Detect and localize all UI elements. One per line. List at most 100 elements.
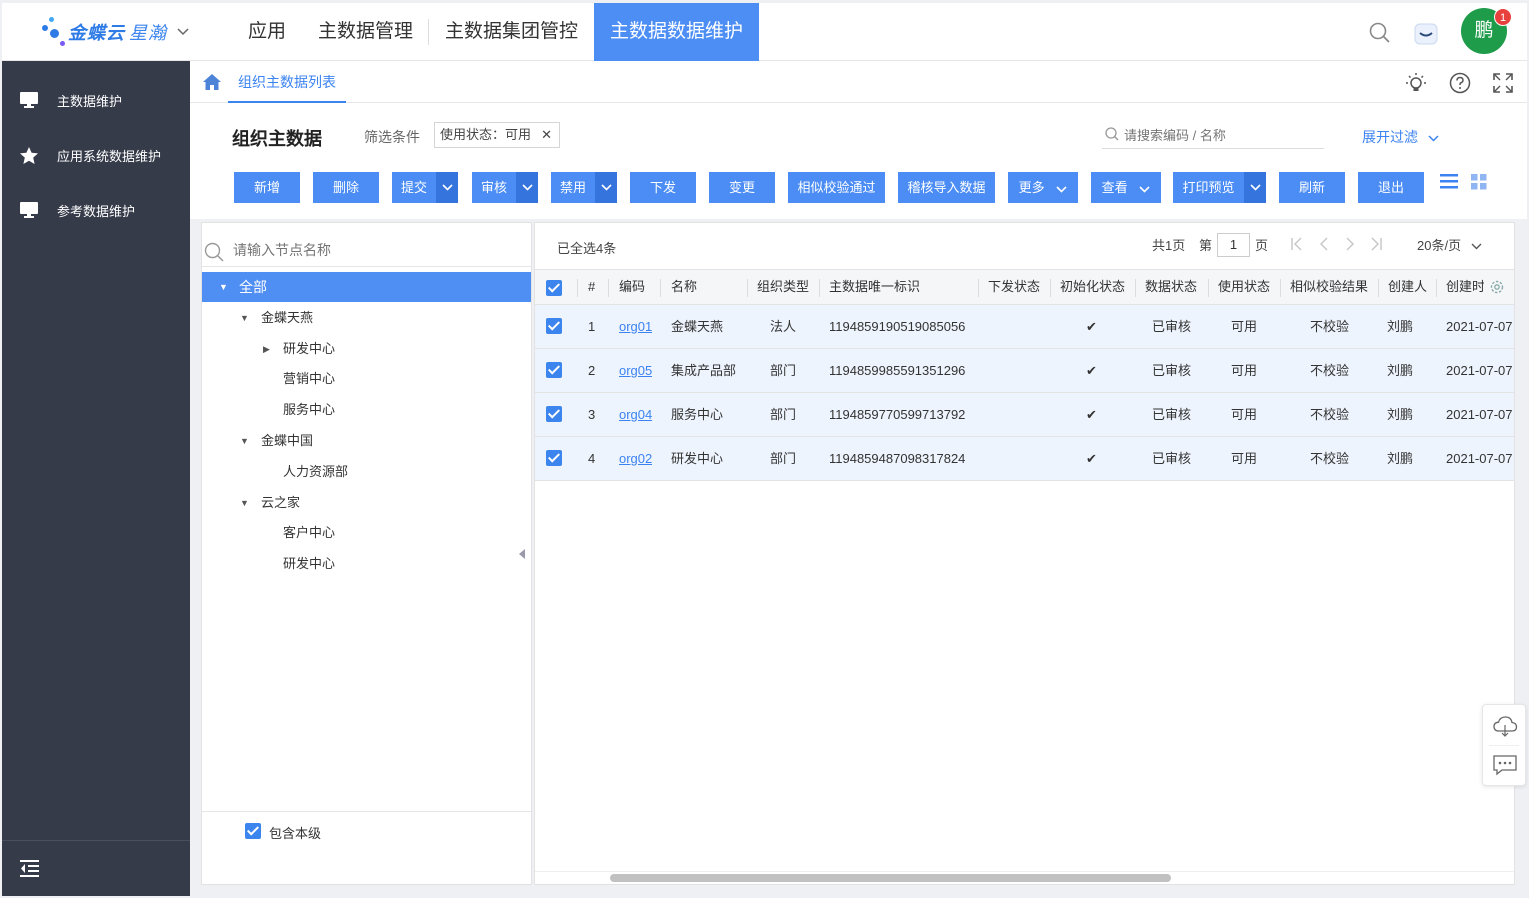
sidebar-item-reference-data[interactable]: 参考数据维护 — [2, 190, 190, 230]
expand-filter-button[interactable]: 展开过滤 — [1362, 127, 1439, 147]
first-page-icon[interactable] — [1290, 237, 1304, 255]
tree-node[interactable]: 研发中心 — [202, 549, 531, 579]
cell-code-link[interactable]: org04 — [619, 393, 652, 436]
collapse-menu-icon[interactable] — [20, 859, 40, 880]
tree-search-input[interactable] — [233, 238, 513, 262]
chevron-down-icon[interactable] — [595, 172, 617, 203]
filter-chip[interactable]: 使用状态：可用 ✕ — [434, 122, 561, 148]
home-icon[interactable] — [202, 73, 222, 94]
chevron-down-icon[interactable] — [1244, 172, 1266, 203]
cloud-icon[interactable] — [1492, 714, 1518, 741]
column-header-creator[interactable]: 创建人 — [1388, 270, 1427, 304]
page-size-select[interactable]: 20条/页 — [1417, 235, 1482, 257]
column-header-similar[interactable]: 相似校验结果 — [1290, 270, 1368, 304]
print-preview-button[interactable]: 打印预览 — [1173, 172, 1266, 203]
change-button[interactable]: 变更 — [709, 172, 775, 203]
search-icon[interactable] — [1368, 21, 1392, 45]
table-row[interactable]: 4 org02 研发中心 部门 1194859487098317824 ✔ 已审… — [535, 437, 1514, 481]
column-header-code[interactable]: 编码 — [619, 270, 645, 304]
search-input[interactable] — [1124, 123, 1320, 147]
row-checkbox[interactable] — [546, 318, 562, 334]
next-page-icon[interactable] — [1343, 237, 1357, 255]
caret-down-icon[interactable]: ▼ — [240, 426, 249, 456]
row-checkbox[interactable] — [546, 406, 562, 422]
page-number-input[interactable]: 1 — [1217, 233, 1250, 257]
cell-code-link[interactable]: org05 — [619, 349, 652, 392]
row-checkbox[interactable] — [546, 362, 562, 378]
notification-badge: 1 — [1494, 8, 1512, 26]
scrollbar-thumb[interactable] — [610, 874, 1171, 882]
sidebar-item-app-data[interactable]: 应用系统数据维护 — [2, 135, 190, 175]
horizontal-scrollbar[interactable] — [535, 871, 1514, 883]
topnav-item-mdm[interactable]: 主数据管理 — [302, 3, 430, 61]
column-header-init[interactable]: 初始化状态 — [1060, 270, 1125, 304]
submit-button[interactable]: 提交 — [392, 172, 458, 203]
close-icon[interactable]: ✕ — [541, 123, 552, 147]
cell-index: 1 — [588, 319, 596, 334]
chevron-down-icon[interactable] — [516, 172, 538, 203]
select-all-checkbox[interactable] — [546, 280, 562, 296]
lightbulb-icon[interactable] — [1405, 72, 1427, 94]
tree-node[interactable]: ▶ 研发中心 — [202, 334, 531, 364]
search-field[interactable] — [1102, 123, 1324, 149]
check-icon: ✔ — [1086, 319, 1097, 334]
table-row[interactable]: 2 org05 集成产品部 部门 1194859985591351296 ✔ 已… — [535, 349, 1514, 393]
caret-down-icon[interactable]: ▼ — [219, 272, 228, 302]
add-button[interactable]: 新增 — [234, 172, 300, 203]
tree-node[interactable]: ▼ 金蝶中国 — [202, 426, 531, 456]
column-settings-icon[interactable] — [1489, 279, 1505, 298]
column-header-uid[interactable]: 主数据唯一标识 — [829, 270, 920, 304]
caret-down-icon[interactable]: ▼ — [240, 488, 249, 518]
exit-button[interactable]: 退出 — [1358, 172, 1424, 203]
cell-code-link[interactable]: org01 — [619, 305, 652, 348]
caret-right-icon[interactable]: ▶ — [263, 334, 270, 364]
tree-node[interactable]: 营销中心 — [202, 364, 531, 394]
column-header-dispatch[interactable]: 下发状态 — [988, 270, 1040, 304]
topnav-item-group-control[interactable]: 主数据集团管控 — [429, 3, 594, 61]
column-header-data-status[interactable]: 数据状态 — [1145, 270, 1197, 304]
audit-import-button[interactable]: 稽核导入数据 — [898, 172, 995, 203]
help-icon[interactable] — [1449, 72, 1471, 94]
tree-node[interactable]: 服务中心 — [202, 395, 531, 425]
similar-check-pass-button[interactable]: 相似校验通过 — [788, 172, 885, 203]
disable-button[interactable]: 禁用 — [551, 172, 617, 203]
chat-icon[interactable] — [1492, 753, 1518, 780]
prev-page-icon[interactable] — [1317, 237, 1331, 255]
column-header-name[interactable]: 名称 — [671, 270, 697, 304]
dispatch-button[interactable]: 下发 — [630, 172, 696, 203]
column-header-use-status[interactable]: 使用状态 — [1218, 270, 1270, 304]
filter-label: 筛选条件 — [364, 129, 420, 145]
column-header-org-type[interactable]: 组织类型 — [757, 270, 809, 304]
row-checkbox[interactable] — [546, 450, 562, 466]
chevron-down-icon[interactable] — [177, 25, 189, 39]
audit-button[interactable]: 审核 — [472, 172, 538, 203]
caret-down-icon[interactable]: ▼ — [240, 303, 249, 333]
view-button[interactable]: 查看 — [1091, 172, 1161, 203]
last-page-icon[interactable] — [1369, 237, 1383, 255]
topnav-item-apps[interactable]: 应用 — [232, 3, 302, 61]
column-header-created[interactable]: 创建时 — [1446, 270, 1484, 304]
list-view-icon[interactable] — [1440, 173, 1458, 192]
fullscreen-icon[interactable] — [1492, 72, 1514, 94]
tree-node[interactable]: ▼ 金蝶天燕 — [202, 303, 531, 333]
cell-code-link[interactable]: org02 — [619, 437, 652, 480]
delete-button[interactable]: 删除 — [313, 172, 379, 203]
tree-node[interactable]: 客户中心 — [202, 518, 531, 548]
tree-node-all[interactable]: ▼ 全部 — [202, 272, 531, 302]
table-row[interactable]: 1 org01 金蝶天燕 法人 1194859190519085056 ✔ 已审… — [535, 305, 1514, 349]
app-logo[interactable]: 金蝶云 星瀚 — [40, 13, 189, 51]
cell-created: 2021-07-07 — [1446, 407, 1513, 422]
tree-node[interactable]: 人力资源部 — [202, 457, 531, 487]
topnav-item-data-maintenance[interactable]: 主数据数据维护 — [594, 3, 760, 61]
card-view-icon[interactable] — [1471, 174, 1487, 193]
include-self-checkbox[interactable] — [245, 823, 261, 839]
collapse-left-icon[interactable] — [519, 549, 525, 559]
chevron-down-icon[interactable] — [436, 172, 458, 203]
message-icon[interactable] — [1412, 20, 1440, 48]
table-row[interactable]: 3 org04 服务中心 部门 1194859770599713792 ✔ 已审… — [535, 393, 1514, 437]
tab-org-master-list[interactable]: 组织主数据列表 — [228, 61, 346, 103]
sidebar-item-mdm-maintenance[interactable]: 主数据维护 — [2, 80, 190, 120]
more-button[interactable]: 更多 — [1008, 172, 1078, 203]
tree-node[interactable]: ▼ 云之家 — [202, 488, 531, 518]
refresh-button[interactable]: 刷新 — [1279, 172, 1345, 203]
